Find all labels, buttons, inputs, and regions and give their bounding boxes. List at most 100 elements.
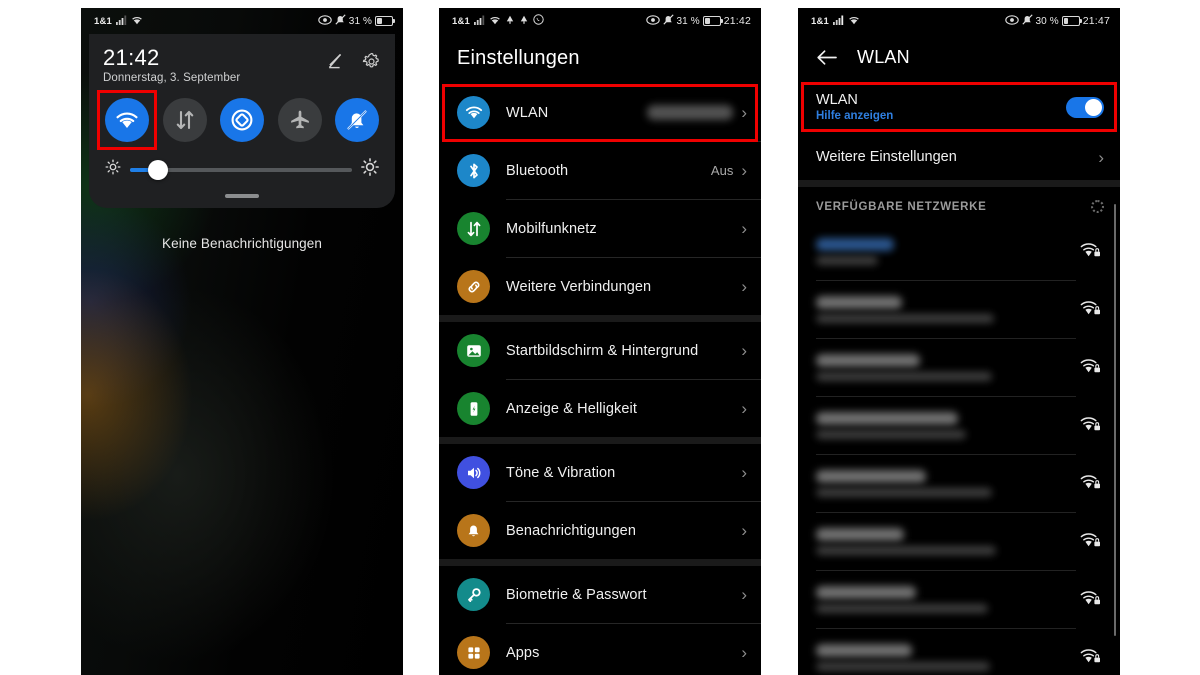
brightness-track[interactable] [130, 159, 352, 180]
network-row[interactable] [798, 513, 1120, 570]
settings-row-label: Töne & Vibration [506, 464, 616, 481]
wlan-master-toggle-row[interactable]: WLAN Hilfe anzeigen [798, 80, 1120, 134]
available-networks-header: VERFÜGBARE NETZWERKE [798, 187, 1120, 223]
settings-row-home-screen-wallpaper[interactable]: Startbildschirm & Hintergrund › [439, 322, 761, 379]
settings-row-bluetooth[interactable]: Bluetooth Aus › [439, 142, 761, 199]
wifi-lock-icon [1080, 646, 1102, 669]
image-picture-icon [457, 334, 490, 367]
settings-row-sounds-vibration[interactable]: Töne & Vibration › [439, 444, 761, 501]
three-phone-screenshot-strip: 1&1 31 % 21:42 Donnerstag, 3. September … [0, 0, 1200, 675]
page-title: WLAN [857, 46, 910, 67]
gear-icon[interactable] [362, 52, 381, 71]
settings-row-display-brightness[interactable]: Anzeige & Helligkeit › [439, 380, 761, 437]
battery-percent-label: 31 % [348, 15, 372, 27]
app-notification-icon [519, 15, 529, 28]
shade-drag-handle[interactable] [225, 194, 259, 198]
eye-icon [318, 15, 332, 28]
chevron-right-icon: › [741, 103, 747, 122]
chevron-right-icon: › [741, 277, 747, 296]
settings-row-mobile-network[interactable]: Mobilfunknetz › [439, 200, 761, 257]
network-row[interactable] [798, 223, 1120, 280]
settings-row-apps[interactable]: Apps › [439, 624, 761, 675]
speaker-volume-icon [457, 456, 490, 489]
settings-group-connectivity: WLAN › Bluetooth Aus › Mobilfunknetz › W… [439, 84, 761, 315]
phone-display-icon [457, 392, 490, 425]
chevron-right-icon: › [741, 521, 747, 540]
date-label: Donnerstag, 3. September [103, 72, 241, 85]
loading-spinner-icon [1091, 200, 1104, 213]
chevron-right-icon: › [741, 341, 747, 360]
wifi-lock-icon [1080, 588, 1102, 611]
airplane-mode-toggle[interactable] [277, 98, 322, 143]
section-gap [798, 180, 1120, 187]
more-settings-row[interactable]: Weitere Einstellungen › [798, 134, 1120, 180]
carrier-label: 1&1 [811, 15, 830, 27]
settings-row-biometrics-password[interactable]: Biometrie & Passwort › [439, 566, 761, 623]
no-notifications-label: Keine Benachrichtigungen [161, 236, 323, 251]
settings-group-display: Startbildschirm & Hintergrund › Anzeige … [439, 315, 761, 437]
brightness-knob[interactable] [147, 159, 168, 180]
chevron-right-icon: › [741, 585, 747, 604]
network-row[interactable] [798, 397, 1120, 454]
wifi-toggle[interactable] [97, 90, 157, 151]
chevron-right-icon: › [1098, 147, 1104, 167]
status-bar: 1&1 31 % 21:42 [439, 8, 761, 34]
settings-row-wlan[interactable]: WLAN › [439, 84, 761, 141]
settings-group-sound: Töne & Vibration › Benachrichtigungen › [439, 437, 761, 559]
key-icon [457, 578, 490, 611]
wifi-lock-icon [1080, 240, 1102, 263]
settings-row-notifications[interactable]: Benachrichtigungen › [439, 502, 761, 559]
settings-row-label: Startbildschirm & Hintergrund [506, 342, 699, 359]
wlan-switch[interactable] [1066, 96, 1104, 118]
bluetooth-state-value: Aus [710, 163, 734, 178]
section-header-label: VERFÜGBARE NETZWERKE [816, 200, 987, 213]
phone-screen-settings: 1&1 31 % 21:42 Einstellungen WLAN › Blue… [439, 8, 761, 675]
network-row[interactable] [798, 629, 1120, 675]
chevron-right-icon: › [741, 399, 747, 418]
network-row[interactable] [798, 339, 1120, 396]
app-bar: WLAN [798, 34, 1120, 80]
pencil-edit-icon[interactable] [325, 52, 344, 71]
ringer-muted-icon [1021, 14, 1033, 28]
chevron-right-icon: › [741, 643, 747, 662]
clock-label: 21:42 [723, 15, 751, 27]
settings-row-label: Anzeige & Helligkeit [506, 400, 637, 417]
bluetooth-icon [457, 154, 490, 187]
signal-bars-icon [833, 15, 844, 28]
network-row[interactable] [798, 571, 1120, 628]
brightness-low-icon [105, 159, 121, 180]
wifi-lock-icon [1080, 298, 1102, 321]
signal-bars-icon [474, 15, 485, 28]
app-notification-icon [505, 15, 515, 28]
settings-row-label: Biometrie & Passwort [506, 586, 647, 603]
scrollbar[interactable] [1113, 204, 1116, 636]
wifi-lock-icon [1080, 530, 1102, 553]
status-bar: 1&1 31 % [81, 8, 403, 34]
settings-row-label: Bluetooth [506, 162, 569, 179]
clock-label: 21:47 [1082, 15, 1110, 27]
carrier-label: 1&1 [452, 15, 471, 27]
network-row[interactable] [798, 455, 1120, 512]
settings-row-more-connections[interactable]: Weitere Verbindungen › [439, 258, 761, 315]
silent-mode-toggle[interactable] [335, 98, 379, 143]
wlan-connected-network-redacted [647, 105, 734, 120]
arrow-back-icon[interactable] [816, 49, 837, 66]
network-row[interactable] [798, 281, 1120, 338]
network-list [798, 223, 1120, 675]
ringer-muted-icon [662, 14, 674, 28]
data-transfer-icon [457, 212, 490, 245]
phone-screen-quick-settings: 1&1 31 % 21:42 Donnerstag, 3. September … [81, 8, 403, 675]
battery-icon [1061, 16, 1082, 26]
brightness-slider-row[interactable] [103, 158, 381, 181]
settings-row-label: Weitere Verbindungen [506, 278, 652, 295]
auto-rotate-toggle[interactable] [220, 98, 264, 143]
wlan-toggle-label: WLAN [816, 92, 858, 108]
brightness-high-icon [361, 158, 379, 181]
quick-toggle-row [97, 90, 381, 151]
wifi-lock-icon [1080, 414, 1102, 437]
mobile-data-toggle[interactable] [162, 98, 207, 143]
show-help-link[interactable]: Hilfe anzeigen [816, 110, 893, 122]
settings-group-security: Biometrie & Passwort › Apps › [439, 559, 761, 675]
page-title: Einstellungen [457, 47, 580, 69]
ringer-muted-icon [335, 14, 346, 28]
